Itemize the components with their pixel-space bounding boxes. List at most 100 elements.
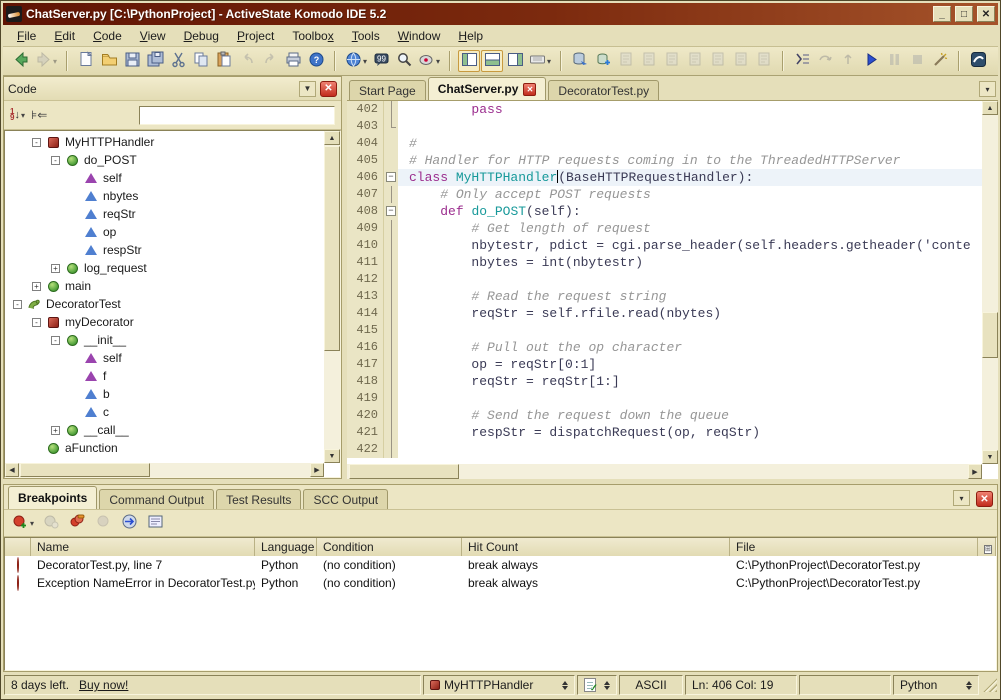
menu-view[interactable]: View <box>132 27 174 45</box>
paste-button[interactable] <box>213 50 235 72</box>
tab-decoratortest-py[interactable]: DecoratorTest.py <box>548 80 659 100</box>
new-file-button[interactable] <box>75 50 97 72</box>
tree-item-main[interactable]: +main <box>5 277 324 295</box>
code-line-408[interactable]: 408− def do_POST(self): <box>347 203 982 220</box>
tree-item-c[interactable]: c <box>5 403 324 421</box>
save-button[interactable] <box>121 50 143 72</box>
editor-vscroll-thumb[interactable] <box>982 312 998 358</box>
tree-item-call[interactable]: +__call__ <box>5 421 324 439</box>
collapse-icon[interactable]: - <box>51 156 60 165</box>
tab-scc-output[interactable]: SCC Output <box>303 489 388 509</box>
tab-close-icon[interactable]: ✕ <box>523 83 536 96</box>
code-line-421[interactable]: 421 respStr = dispatchRequest(op, reqStr… <box>347 424 982 441</box>
tree-item-b[interactable]: b <box>5 385 324 403</box>
panel-menu-dropdown[interactable]: ▼ <box>299 81 316 97</box>
code-line-402[interactable]: 402 pass <box>347 101 982 118</box>
code-line-409[interactable]: 409 # Get length of request <box>347 220 982 237</box>
fold-margin[interactable] <box>383 356 398 373</box>
panel-close-button[interactable]: ✕ <box>320 81 337 97</box>
breakpoint-row[interactable]: DecoratorTest.py, line 7Python(no condit… <box>5 556 996 574</box>
scroll-down-icon[interactable]: ▼ <box>982 450 998 464</box>
scroll-down-icon[interactable]: ▼ <box>324 449 340 463</box>
expand-icon[interactable]: + <box>32 282 41 291</box>
fold-margin[interactable] <box>383 441 398 458</box>
scroll-up-icon[interactable]: ▲ <box>982 101 998 115</box>
copy-button[interactable] <box>190 50 212 72</box>
database-add-button[interactable] <box>592 50 614 72</box>
column-header-condition[interactable]: Condition <box>317 538 462 556</box>
tab-list-dropdown[interactable]: ▾ <box>979 81 996 97</box>
tree-item-decoratortest[interactable]: -DecoratorTest <box>5 295 324 313</box>
current-symbol-selector[interactable]: MyHTTPHandler <box>423 675 575 695</box>
fold-margin[interactable] <box>383 305 398 322</box>
tree-item-reqstr[interactable]: reqStr <box>5 205 324 223</box>
code-line-413[interactable]: 413 # Read the request string <box>347 288 982 305</box>
print-button[interactable] <box>282 50 304 72</box>
scroll-up-icon[interactable]: ▲ <box>324 131 340 145</box>
expand-icon[interactable]: + <box>51 426 60 435</box>
tree-item-respstr[interactable]: respStr <box>5 241 324 259</box>
dropdown-caret-icon[interactable]: ▾ <box>53 57 57 66</box>
tree-item-afunction[interactable]: aFunction <box>5 439 324 457</box>
breakpoint-row[interactable]: Exception NameError in DecoratorTest.pyP… <box>5 574 996 592</box>
editor-hscroll-thumb[interactable] <box>349 464 459 479</box>
code-line-416[interactable]: 416 # Pull out the op character <box>347 339 982 356</box>
language-selector[interactable]: Python <box>893 675 979 695</box>
code-line-414[interactable]: 414 reqStr = self.rfile.read(nbytes) <box>347 305 982 322</box>
run-button[interactable] <box>860 50 882 72</box>
code-line-404[interactable]: 404# <box>347 135 982 152</box>
collapse-all-icon[interactable]: ⊧⇐ <box>31 108 47 122</box>
resize-grip[interactable] <box>983 678 997 692</box>
editor-vertical-scrollbar[interactable]: ▲ ▼ <box>982 101 998 464</box>
fold-margin[interactable] <box>383 407 398 424</box>
fold-margin[interactable] <box>383 237 398 254</box>
minimize-button[interactable]: _ <box>933 6 951 22</box>
cut-button[interactable] <box>167 50 189 72</box>
tree-item-myhttphandler[interactable]: -MyHTTPHandler <box>5 133 324 151</box>
editor-horizontal-scrollbar[interactable]: ▶ <box>347 464 982 479</box>
fold-margin[interactable] <box>383 135 398 152</box>
pane-left-button[interactable] <box>458 50 480 72</box>
pane-right-button[interactable] <box>504 50 526 72</box>
fold-margin[interactable] <box>383 254 398 271</box>
column-header-name[interactable]: Name <box>31 538 255 556</box>
dropdown-caret-icon[interactable]: ▾ <box>30 519 34 528</box>
code-line-422[interactable]: 422 <box>347 441 982 458</box>
tab-breakpoints[interactable]: Breakpoints <box>8 486 97 509</box>
tree-horizontal-scrollbar[interactable]: ◀ ▶ <box>5 463 324 477</box>
tab-chatserver-py[interactable]: ChatServer.py✕ <box>428 77 547 100</box>
buy-now-link[interactable]: Buy now! <box>79 678 128 692</box>
code-line-418[interactable]: 418 reqStr = reqStr[1:] <box>347 373 982 390</box>
step-into-button[interactable] <box>791 50 813 72</box>
scroll-left-icon[interactable]: ◀ <box>5 463 19 477</box>
tree-item-mydecorator[interactable]: -myDecorator <box>5 313 324 331</box>
column-header-file[interactable]: File <box>730 538 978 556</box>
find-button[interactable] <box>393 50 415 72</box>
fold-margin[interactable] <box>383 101 398 118</box>
code-line-417[interactable]: 417 op = reqStr[0:1] <box>347 356 982 373</box>
tab-start-page[interactable]: Start Page <box>349 80 426 100</box>
menu-file[interactable]: File <box>9 27 44 45</box>
menu-toolbox[interactable]: Toolbox <box>284 27 341 45</box>
dropdown-caret-icon[interactable]: ▾ <box>436 57 440 66</box>
tree-item-dopost[interactable]: -do_POST <box>5 151 324 169</box>
breakpoint-properties-button[interactable] <box>144 512 166 534</box>
help-button[interactable]: ? <box>305 50 327 72</box>
tab-command-output[interactable]: Command Output <box>99 489 214 509</box>
fold-margin[interactable] <box>383 288 398 305</box>
tree-vertical-scrollbar[interactable]: ▲ ▼ <box>324 131 340 463</box>
dropdown-caret-icon[interactable]: ▾ <box>363 57 367 66</box>
macro-record-button[interactable]: ▾ <box>416 50 442 72</box>
code-line-412[interactable]: 412 <box>347 271 982 288</box>
expand-icon[interactable]: + <box>51 264 60 273</box>
title-bar[interactable]: ChatServer.py [C:\PythonProject] - Activ… <box>3 3 998 25</box>
fold-margin[interactable]: − <box>383 203 398 220</box>
save-all-button[interactable] <box>144 50 166 72</box>
collapse-icon[interactable]: - <box>32 138 41 147</box>
code-line-419[interactable]: 419 <box>347 390 982 407</box>
tree-item-op[interactable]: op <box>5 223 324 241</box>
open-folder-button[interactable] <box>98 50 120 72</box>
disable-breakpoints-button[interactable] <box>66 512 88 534</box>
wand-button[interactable] <box>929 50 951 72</box>
fold-margin[interactable] <box>383 373 398 390</box>
